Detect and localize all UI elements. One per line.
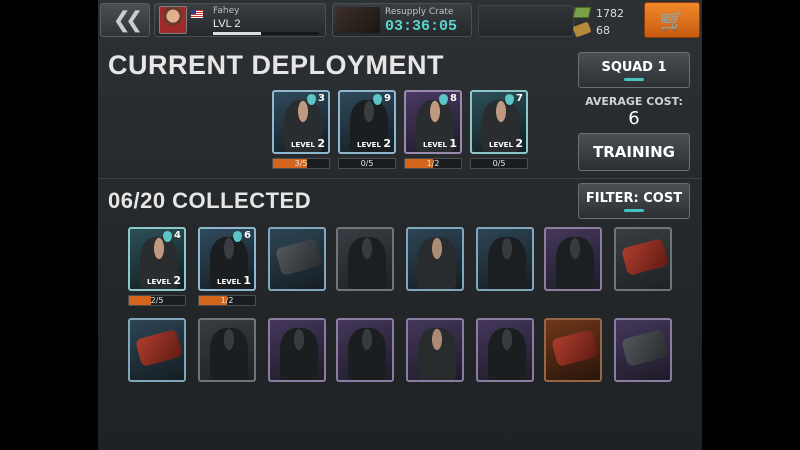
avatar bbox=[159, 6, 187, 34]
card-progress: 0/5 bbox=[338, 158, 396, 169]
parts-icon bbox=[572, 21, 592, 38]
parts-value: 68 bbox=[596, 24, 610, 37]
operator-portrait bbox=[488, 237, 526, 289]
locked-card[interactable] bbox=[476, 318, 534, 382]
squad-button[interactable]: SQUAD 1 bbox=[578, 52, 690, 88]
training-label: TRAINING bbox=[593, 143, 675, 161]
locked-card[interactable] bbox=[476, 227, 534, 291]
card-level: LEVEL 2 bbox=[357, 137, 391, 150]
locked-card[interactable] bbox=[614, 318, 672, 382]
locked-card[interactable] bbox=[406, 318, 464, 382]
collected-title: 06/20 COLLECTED bbox=[108, 188, 312, 213]
player-name: Fahey bbox=[213, 6, 240, 16]
equipment-image bbox=[135, 329, 183, 367]
card-cost: 6 bbox=[244, 230, 251, 241]
operator-portrait bbox=[556, 237, 594, 289]
operator-portrait bbox=[348, 237, 386, 289]
locked-card[interactable] bbox=[268, 318, 326, 382]
top-bar: ❮❮ Fahey LVL 2 Resupply Crate 03:36:05 1… bbox=[98, 0, 702, 40]
card-cost: 7 bbox=[516, 93, 523, 104]
filter-button[interactable]: FILTER: COST bbox=[578, 183, 690, 219]
crate-label: Resupply Crate bbox=[385, 7, 454, 17]
resupply-crate[interactable]: Resupply Crate 03:36:05 bbox=[332, 3, 472, 37]
average-cost-value: 6 bbox=[628, 108, 640, 129]
player-level: LVL 2 bbox=[213, 18, 241, 30]
game-screen: ❮❮ Fahey LVL 2 Resupply Crate 03:36:05 1… bbox=[98, 0, 702, 450]
filter-label: FILTER: COST bbox=[585, 190, 683, 206]
equipment-image bbox=[621, 238, 669, 276]
back-button[interactable]: ❮❮ bbox=[100, 3, 150, 37]
locked-card[interactable] bbox=[336, 318, 394, 382]
xp-fill bbox=[213, 32, 261, 35]
card-level: LEVEL 2 bbox=[147, 274, 181, 287]
card-level: LEVEL 1 bbox=[217, 274, 251, 287]
cash-value: 1782 bbox=[596, 7, 624, 20]
card-cost: 9 bbox=[384, 93, 391, 104]
deployment-card[interactable]: 9 LEVEL 2 bbox=[338, 90, 396, 154]
card-level: LEVEL 2 bbox=[291, 137, 325, 150]
cart-icon: 🛒 bbox=[659, 8, 685, 32]
training-button[interactable]: TRAINING bbox=[578, 133, 690, 171]
card-cost: 3 bbox=[318, 93, 325, 104]
card-progress: 2/5 bbox=[128, 295, 186, 306]
deployment-title: CURRENT DEPLOYMENT bbox=[108, 50, 445, 80]
equipment-image bbox=[275, 238, 323, 276]
card-cost: 8 bbox=[450, 93, 457, 104]
card-progress: 0/5 bbox=[470, 158, 528, 169]
locked-card[interactable] bbox=[128, 318, 186, 382]
locked-card[interactable] bbox=[336, 227, 394, 291]
player-profile[interactable]: Fahey LVL 2 bbox=[154, 3, 326, 37]
xp-bar bbox=[213, 32, 319, 35]
cash-icon bbox=[572, 7, 592, 18]
locked-card[interactable] bbox=[406, 227, 464, 291]
back-chevrons-icon: ❮❮ bbox=[112, 7, 144, 33]
locked-card[interactable] bbox=[544, 318, 602, 382]
crate-timer: 03:36:05 bbox=[385, 18, 458, 35]
operator-portrait bbox=[418, 328, 456, 380]
locked-card[interactable] bbox=[614, 227, 672, 291]
collection-card[interactable]: 4 LEVEL 2 bbox=[128, 227, 186, 291]
deployment-card[interactable]: 3 LEVEL 2 bbox=[272, 90, 330, 154]
progress-fill bbox=[129, 296, 152, 305]
squad-label: SQUAD 1 bbox=[601, 59, 667, 75]
shop-button[interactable]: 🛒 bbox=[644, 2, 700, 38]
equipment-image bbox=[621, 329, 669, 367]
card-level: LEVEL 2 bbox=[489, 137, 523, 150]
locked-card[interactable] bbox=[268, 227, 326, 291]
card-progress: 1/2 bbox=[404, 158, 462, 169]
card-level: LEVEL 1 bbox=[423, 137, 457, 150]
filter-indicator bbox=[624, 208, 644, 212]
operator-portrait bbox=[210, 328, 248, 380]
deployment-card[interactable]: 7 LEVEL 2 bbox=[470, 90, 528, 154]
squad-indicator bbox=[624, 77, 644, 81]
currency-panel: 1782 68 bbox=[572, 4, 638, 38]
deployment-card[interactable]: 8 LEVEL 1 bbox=[404, 90, 462, 154]
locked-card[interactable] bbox=[198, 318, 256, 382]
crate-icon bbox=[336, 7, 380, 33]
empty-crate-slot[interactable] bbox=[478, 5, 574, 37]
equipment-image bbox=[551, 329, 599, 367]
card-progress: 1/2 bbox=[198, 295, 256, 306]
section-divider bbox=[98, 178, 702, 179]
locked-card[interactable] bbox=[544, 227, 602, 291]
operator-portrait bbox=[488, 328, 526, 380]
average-cost-label: AVERAGE COST: bbox=[585, 95, 683, 108]
operator-portrait bbox=[280, 328, 318, 380]
collection-card[interactable]: 6 LEVEL 1 bbox=[198, 227, 256, 291]
card-progress: 3/5 bbox=[272, 158, 330, 169]
operator-portrait bbox=[348, 328, 386, 380]
card-cost: 4 bbox=[174, 230, 181, 241]
operator-portrait bbox=[418, 237, 456, 289]
flag-icon bbox=[191, 10, 203, 18]
